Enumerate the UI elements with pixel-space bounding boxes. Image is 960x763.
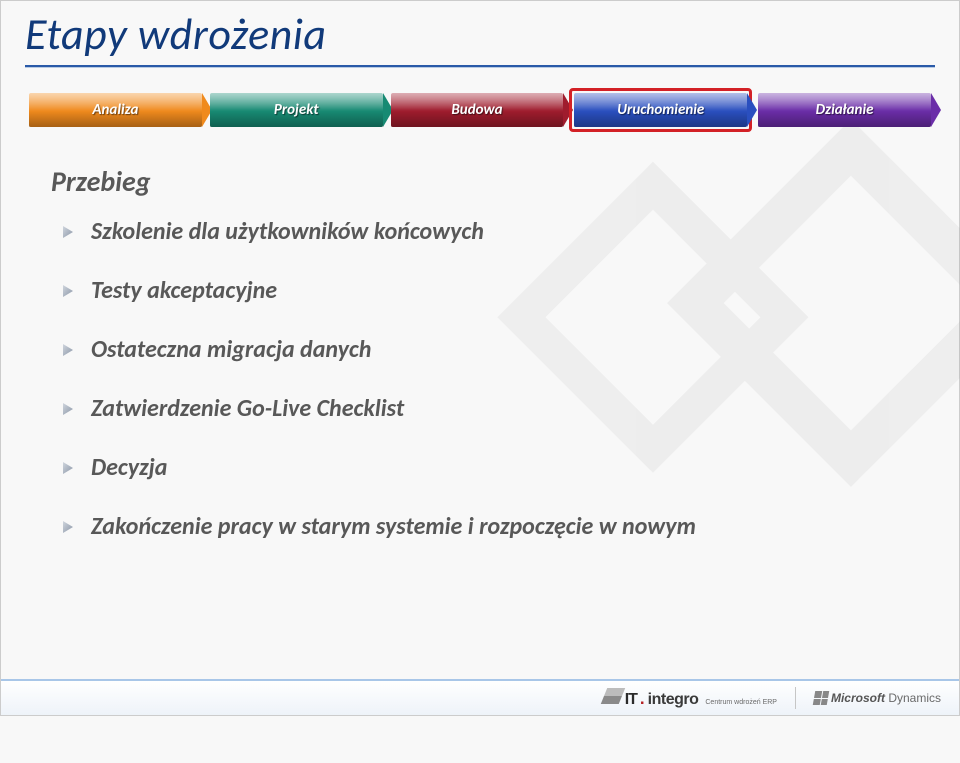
stage-chevron: Analiza xyxy=(29,93,202,127)
stage-chevron: Budowa xyxy=(391,93,564,127)
stage-uruchomienie-active: Uruchomienie xyxy=(569,88,752,132)
stage-chevron: Projekt xyxy=(210,93,383,127)
page-title: Etapy wdrożenia xyxy=(25,7,935,61)
stage-label: Projekt xyxy=(274,101,319,119)
logo-microsoft-dynamics: Microsoft Dynamics xyxy=(814,691,941,705)
stage-dzialanie: Działanie xyxy=(758,93,931,127)
stage-budowa: Budowa xyxy=(391,93,564,127)
logo-it-integro: IT.integro Centrum wdrożeń ERP xyxy=(604,688,777,709)
stage-label: Uruchomienie xyxy=(617,101,704,119)
ms-brand: Microsoft xyxy=(831,691,885,705)
microsoft-text: Microsoft Dynamics xyxy=(831,691,941,705)
stage-label: Działanie xyxy=(816,101,874,119)
subheading: Przebieg xyxy=(51,164,895,199)
content-area: Przebieg Szkolenie dla użytkowników końc… xyxy=(1,130,959,541)
stage-projekt: Projekt xyxy=(210,93,383,127)
footer-divider xyxy=(795,687,796,709)
footer: IT.integro Centrum wdrożeń ERP Microsoft… xyxy=(1,679,959,715)
slide-header: Etapy wdrożenia xyxy=(1,1,959,68)
stage-analiza: Analiza xyxy=(29,93,202,127)
integro-mark-icon xyxy=(600,688,624,704)
list-item: Ostateczna migracja danych xyxy=(77,335,895,364)
integro-it-text: IT xyxy=(625,691,637,709)
list-item: Zatwierdzenie Go-Live Checklist xyxy=(77,394,895,423)
integro-name-text: integro xyxy=(648,691,699,709)
list-item: Decyzja xyxy=(77,453,895,482)
list-item: Testy akceptacyjne xyxy=(77,276,895,305)
stage-chevron: Działanie xyxy=(758,93,931,127)
stage-chevron: Uruchomienie xyxy=(574,93,747,127)
list-item: Szkolenie dla użytkowników końcowych xyxy=(77,217,895,246)
stage-label: Analiza xyxy=(92,101,138,119)
stage-label: Budowa xyxy=(451,101,502,119)
bullet-list: Szkolenie dla użytkowników końcowych Tes… xyxy=(51,217,895,541)
integro-dot: . xyxy=(640,689,645,709)
ms-product: Dynamics xyxy=(888,691,941,705)
microsoft-flag-icon xyxy=(813,691,829,705)
stage-bar: Analiza Projekt Budowa Uruchomienie Dzia… xyxy=(1,68,959,130)
list-item: Zakończenie pracy w starym systemie i ro… xyxy=(77,512,895,541)
integro-tagline: Centrum wdrożeń ERP xyxy=(705,699,777,706)
